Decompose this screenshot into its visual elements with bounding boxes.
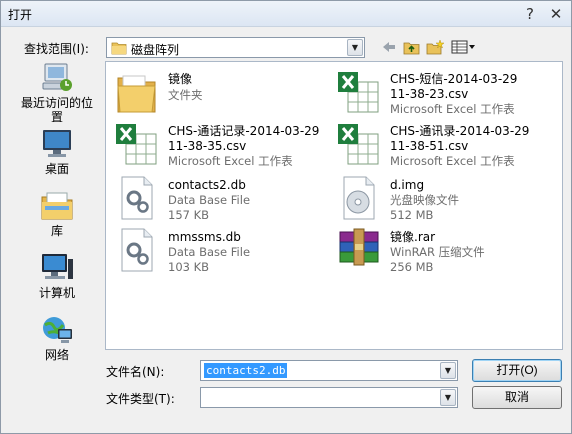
- up-folder-icon[interactable]: [402, 38, 420, 56]
- file-item[interactable]: CHS-通话记录-2014-03-29 11-38-35.csv Microso…: [114, 120, 334, 170]
- disc-image-icon: [336, 174, 382, 222]
- libraries-icon: [39, 189, 75, 223]
- place-computer[interactable]: 计算机: [16, 251, 98, 300]
- place-label: 库: [50, 224, 63, 238]
- file-type: Microsoft Excel 工作表: [390, 102, 515, 116]
- place-libraries[interactable]: 库: [16, 189, 98, 238]
- place-label: 计算机: [38, 286, 75, 300]
- file-item[interactable]: mmssms.db Data Base File 103 KB: [114, 226, 334, 276]
- file-type: Data Base File: [168, 193, 251, 207]
- excel-icon: [336, 120, 382, 168]
- file-type: 光盘映像文件: [390, 193, 459, 207]
- filetype-label: 文件类型(T):: [106, 392, 175, 406]
- database-file-icon: [114, 174, 160, 222]
- close-icon: ✕: [549, 5, 563, 23]
- file-type: 文件夹: [168, 88, 203, 102]
- open-button[interactable]: 打开(O): [472, 359, 562, 382]
- file-type: Data Base File: [168, 245, 251, 259]
- look-in-label: 查找范围(I):: [24, 42, 89, 56]
- file-item[interactable]: 镜像.rar WinRAR 压缩文件 256 MB: [336, 226, 556, 276]
- file-item[interactable]: 镜像 文件夹: [114, 68, 334, 118]
- title-bar[interactable]: 打开 ? ✕: [1, 1, 571, 27]
- help-button[interactable]: ?: [519, 4, 541, 24]
- look-in-combo[interactable]: 磁盘阵列 ▼: [106, 37, 365, 58]
- filename-input[interactable]: contacts2.db ▼: [200, 360, 458, 381]
- cancel-button[interactable]: 取消: [472, 386, 562, 409]
- file-name-line2: 11-38-51.csv: [390, 139, 469, 153]
- excel-icon: [114, 120, 160, 168]
- new-folder-icon[interactable]: [425, 38, 445, 56]
- file-name: 镜像.rar: [390, 230, 436, 244]
- file-item[interactable]: contacts2.db Data Base File 157 KB: [114, 174, 334, 224]
- place-recent[interactable]: 最近访问的位置: [16, 61, 98, 124]
- file-name-line2: 11-38-35.csv: [168, 139, 247, 153]
- file-size: 256 MB: [390, 260, 434, 274]
- back-icon[interactable]: [381, 38, 397, 56]
- file-name: contacts2.db: [168, 178, 246, 192]
- chevron-down-icon[interactable]: ▼: [440, 389, 456, 406]
- filename-value[interactable]: contacts2.db: [204, 363, 288, 378]
- file-size: 512 MB: [390, 208, 434, 222]
- place-label: 最近访问的位置: [20, 96, 93, 124]
- file-type: WinRAR 压缩文件: [390, 245, 485, 259]
- file-name: mmssms.db: [168, 230, 241, 244]
- file-list[interactable]: 镜像 文件夹 CHS-短信-2014-03-29 11-38-23.csv Mi…: [105, 61, 563, 350]
- file-item[interactable]: d.img 光盘映像文件 512 MB: [336, 174, 556, 224]
- file-name-line2: 11-38-23.csv: [390, 87, 469, 101]
- file-name: CHS-通话记录-2014-03-29: [168, 124, 320, 138]
- folder-icon: [114, 68, 160, 116]
- file-item[interactable]: CHS-通讯录-2014-03-29 11-38-51.csv Microsof…: [336, 120, 556, 170]
- network-icon: [39, 313, 75, 347]
- file-name: 镜像: [168, 72, 193, 86]
- desktop-icon: [39, 127, 75, 161]
- database-file-icon: [114, 226, 160, 274]
- folder-icon: [111, 41, 127, 58]
- file-name: CHS-通讯录-2014-03-29: [390, 124, 530, 138]
- place-label: 桌面: [44, 162, 69, 176]
- view-menu-icon[interactable]: [450, 38, 476, 56]
- file-item[interactable]: CHS-短信-2014-03-29 11-38-23.csv Microsoft…: [336, 68, 556, 118]
- filename-label: 文件名(N):: [106, 365, 165, 379]
- place-label: 网络: [44, 348, 69, 362]
- file-size: 103 KB: [168, 260, 210, 274]
- chevron-down-icon[interactable]: ▼: [440, 362, 456, 379]
- file-name: CHS-短信-2014-03-29: [390, 72, 518, 86]
- recent-places-icon: [39, 61, 75, 95]
- close-button[interactable]: ✕: [545, 4, 567, 24]
- place-desktop[interactable]: 桌面: [16, 127, 98, 176]
- file-type: Microsoft Excel 工作表: [168, 154, 293, 168]
- excel-icon: [336, 68, 382, 116]
- file-name: d.img: [390, 178, 425, 192]
- file-type: Microsoft Excel 工作表: [390, 154, 515, 168]
- place-network[interactable]: 网络: [16, 313, 98, 362]
- open-file-dialog: 打开 ? ✕ 查找范围(I): 磁盘阵列 ▼ 最近访问的位置 桌面 库 计算机 …: [0, 0, 572, 434]
- computer-icon: [39, 251, 75, 285]
- file-size: 157 KB: [168, 208, 210, 222]
- look-in-value: 磁盘阵列: [131, 43, 180, 57]
- window-title: 打开: [8, 8, 33, 22]
- winrar-icon: [336, 226, 382, 274]
- places-bar: 最近访问的位置 桌面 库 计算机 网络: [16, 61, 98, 371]
- chevron-down-icon[interactable]: ▼: [347, 39, 363, 56]
- filetype-select[interactable]: ▼: [200, 387, 458, 408]
